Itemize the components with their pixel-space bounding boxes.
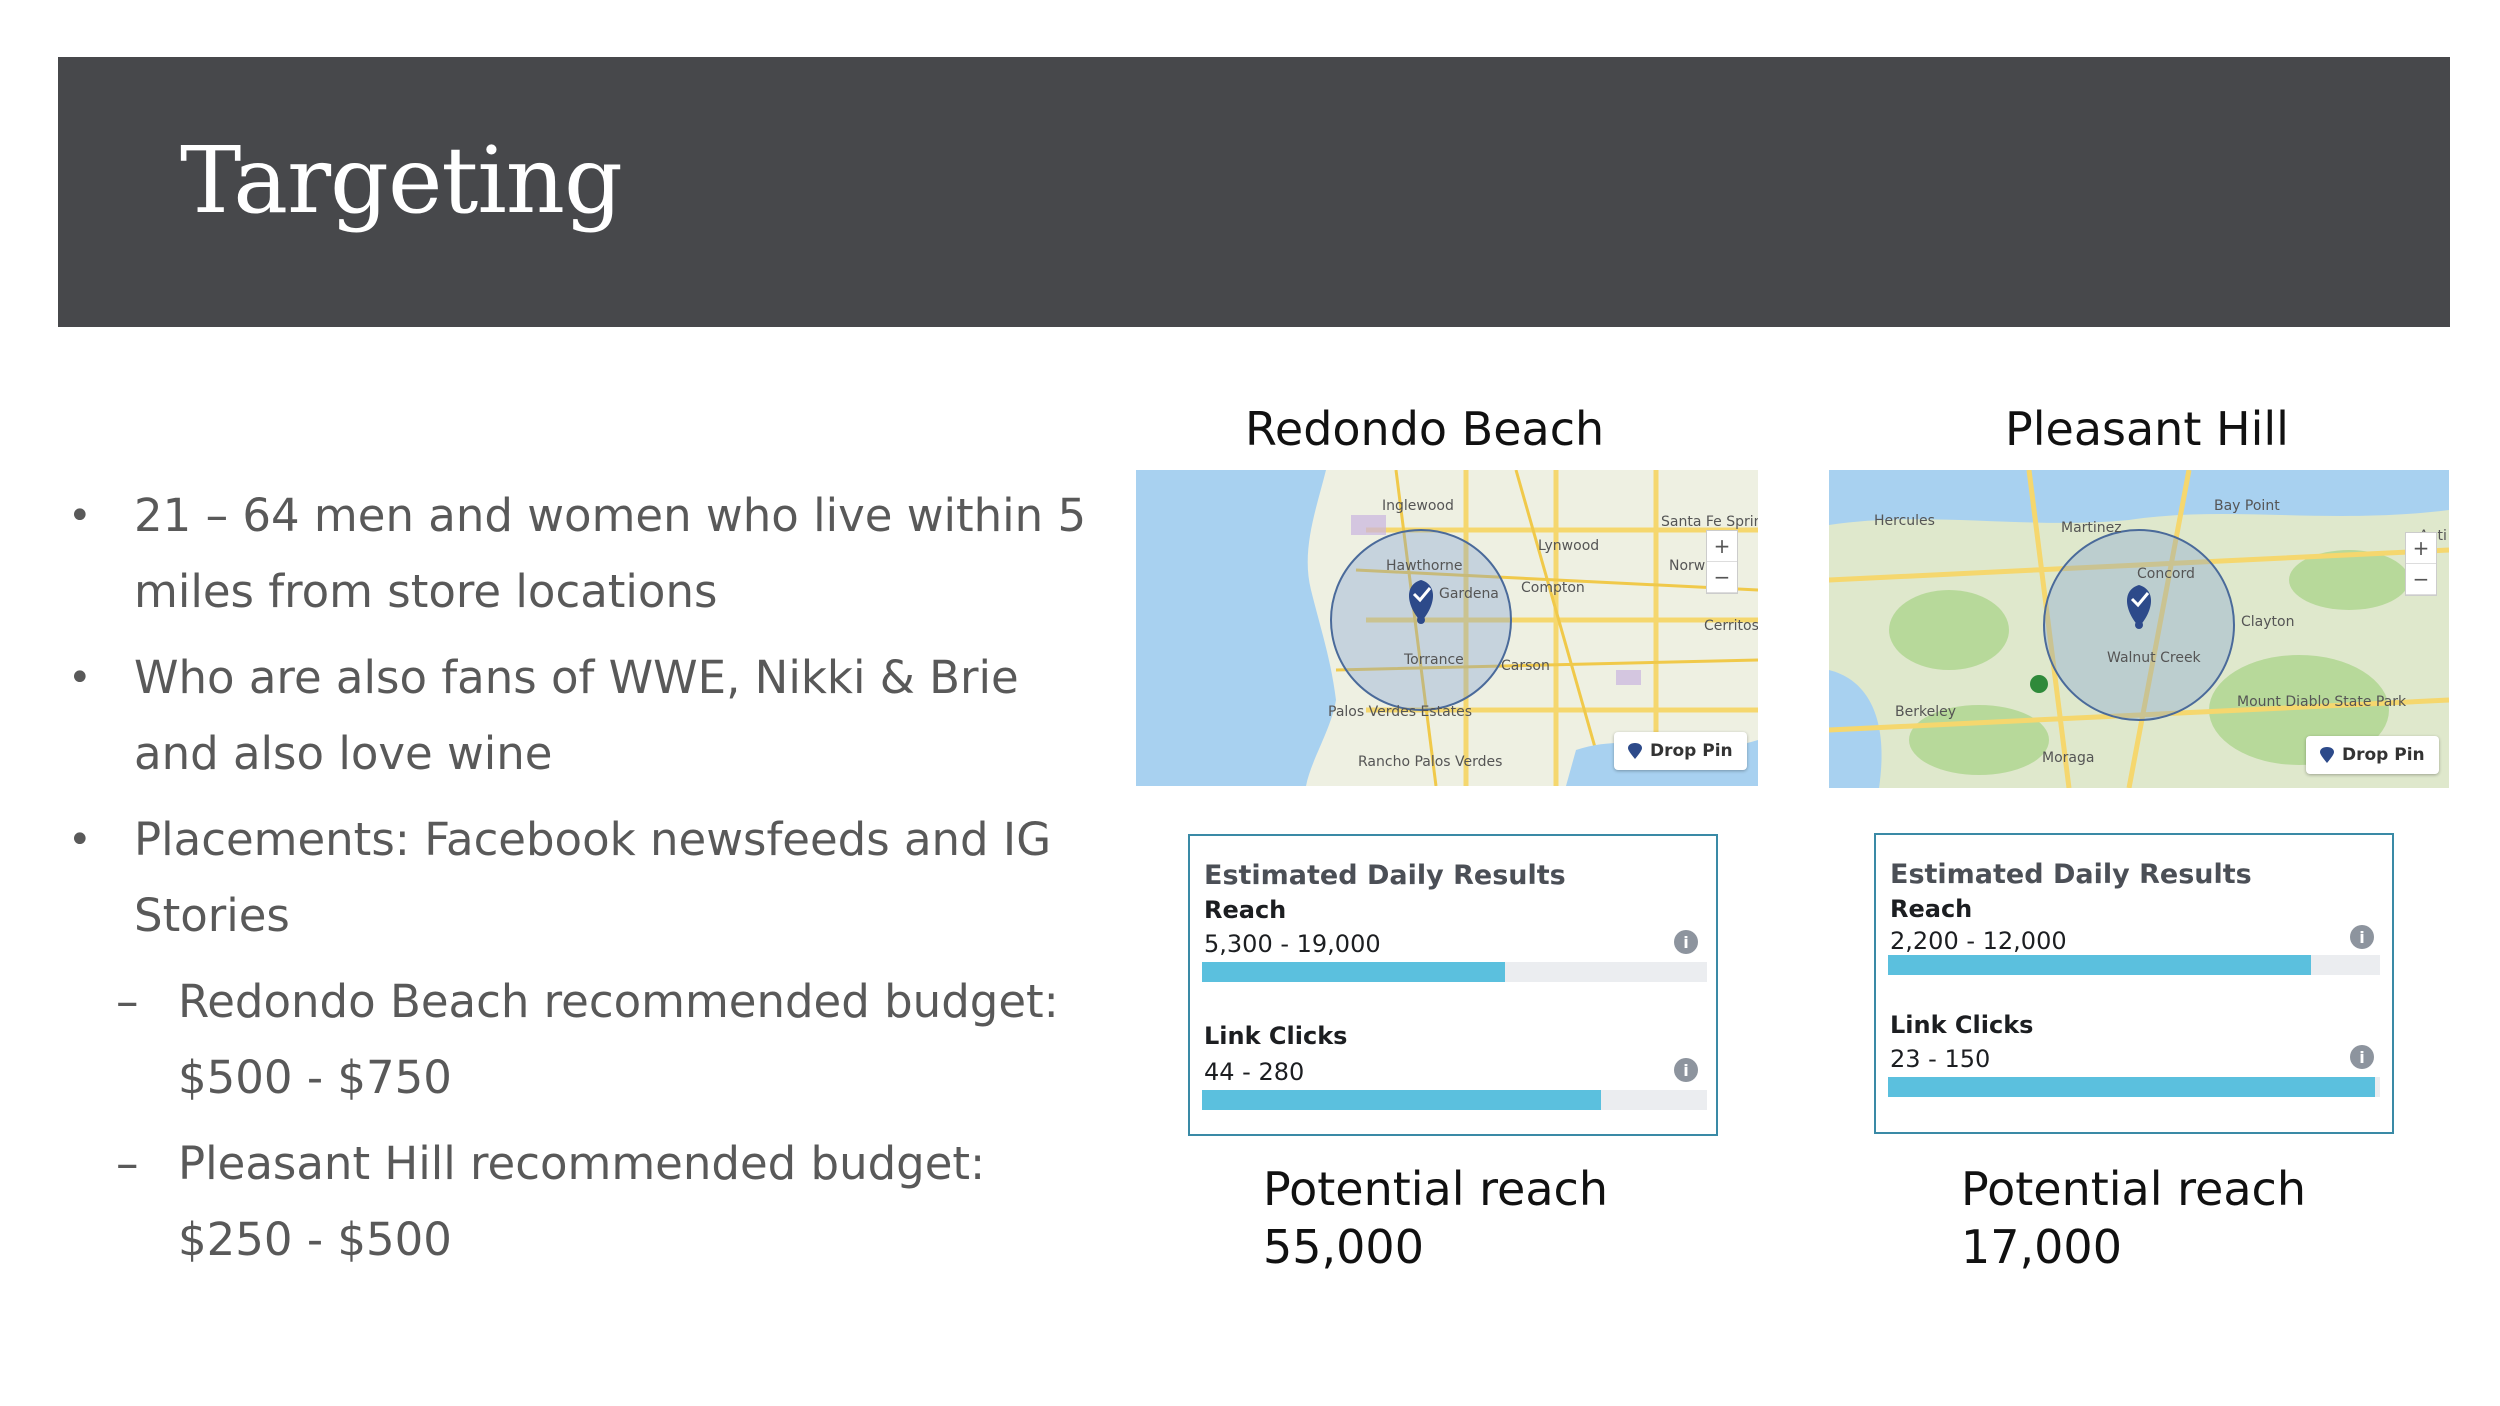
map-label: Martinez <box>2061 520 2122 536</box>
bullet-item-interests: • Who are also fans of WWE, Nikki & Brie… <box>60 640 1090 792</box>
sub-bullet-pleasant-hill-budget: – Pleasant Hill recommended budget: $250… <box>60 1126 1090 1278</box>
map-label: Torrance <box>1403 652 1464 668</box>
zoom-out-button[interactable]: − <box>1707 562 1737 593</box>
bullet-item-placements: • Placements: Facebook newsfeeds and IG … <box>60 802 1090 954</box>
reach-value: 5,300 - 19,000 <box>1204 930 1381 958</box>
bullet-text: Placements: Facebook newsfeeds and IG St… <box>134 813 1052 942</box>
map-label: Palos Verdes Estates <box>1328 704 1472 720</box>
map-pleasant-hill[interactable]: Hercules Martinez Bay Point Concord Clay… <box>1829 470 2449 788</box>
slide-title: Targeting <box>180 127 623 234</box>
map-label: Inglewood <box>1382 498 1454 514</box>
bullet-text: 21 – 64 men and women who live within 5 … <box>134 489 1087 618</box>
map-label: Norw <box>1669 558 1705 574</box>
map-label: Clayton <box>2241 614 2294 630</box>
location-title-pleasant-hill: Pleasant Hill <box>2005 402 2289 456</box>
reach-label: Reach <box>1204 896 1287 924</box>
bullet-text: Who are also fans of WWE, Nikki & Brie a… <box>134 651 1019 780</box>
bullet-item-audience: • 21 – 64 men and women who live within … <box>60 478 1090 630</box>
sub-bullet-redondo-budget: – Redondo Beach recommended budget: $500… <box>60 964 1090 1116</box>
link-clicks-bar-fill <box>1202 1090 1601 1110</box>
potential-reach-label: Potential reach <box>1263 1162 1608 1216</box>
drop-pin-button[interactable]: Drop Pin <box>1614 732 1747 770</box>
info-icon[interactable]: i <box>2350 925 2374 949</box>
map-zoom-controls: + − <box>1706 530 1738 594</box>
map-label: Cerritos <box>1704 618 1758 634</box>
link-clicks-value: 23 - 150 <box>1890 1045 1991 1073</box>
link-clicks-bar-fill <box>1888 1077 2376 1097</box>
map-label: Carson <box>1501 658 1550 674</box>
potential-reach-redondo-beach: Potential reach 55,000 <box>1263 1160 1608 1276</box>
map-label: Moraga <box>2042 750 2094 766</box>
link-clicks-bar <box>1202 1090 1707 1110</box>
drop-pin-button[interactable]: Drop Pin <box>2306 736 2439 774</box>
pin-icon <box>1628 743 1642 759</box>
map-label: Hercules <box>1874 513 1935 529</box>
sub-bullet-text: Pleasant Hill recommended budget: $250 -… <box>178 1137 986 1266</box>
estimated-results-pleasant-hill: Estimated Daily Results Reach 2,200 - 12… <box>1874 833 2394 1134</box>
map-label: Santa Fe Sprin <box>1661 514 1758 530</box>
potential-reach-value: 55,000 <box>1263 1220 1424 1274</box>
title-banner: Targeting <box>58 57 2450 327</box>
map-label: Rancho Palos Verdes <box>1358 754 1502 770</box>
reach-bar-fill <box>1888 955 2312 975</box>
reach-bar <box>1888 955 2380 975</box>
potential-reach-pleasant-hill: Potential reach 17,000 <box>1961 1160 2306 1276</box>
bullet-glyph: • <box>68 493 92 539</box>
link-clicks-value: 44 - 280 <box>1204 1058 1305 1086</box>
map-label: Bay Point <box>2214 498 2280 514</box>
info-icon[interactable]: i <box>1674 930 1698 954</box>
zoom-out-button[interactable]: − <box>2406 564 2436 595</box>
dash-glyph: – <box>116 1137 139 1190</box>
info-icon[interactable]: i <box>2350 1045 2374 1069</box>
bullet-glyph: • <box>68 655 92 701</box>
link-clicks-bar <box>1888 1077 2380 1097</box>
map-label: Hawthorne <box>1386 558 1462 574</box>
map-label: Mount Diablo State Park <box>2237 694 2407 710</box>
potential-reach-label: Potential reach <box>1961 1162 2306 1216</box>
zoom-in-button[interactable]: + <box>1707 531 1737 562</box>
drop-pin-label: Drop Pin <box>1650 741 1733 761</box>
pin-icon <box>2320 747 2334 763</box>
info-icon[interactable]: i <box>1674 1058 1698 1082</box>
map-label: Walnut Creek <box>2107 650 2202 666</box>
reach-bar-fill <box>1202 962 1505 982</box>
map-label: Gardena <box>1439 586 1499 602</box>
dash-glyph: – <box>116 975 139 1028</box>
map-label: Compton <box>1521 580 1585 596</box>
link-clicks-label: Link Clicks <box>1890 1011 2034 1039</box>
map-label: Lynwood <box>1538 538 1599 554</box>
estimated-results-redondo-beach: Estimated Daily Results Reach 5,300 - 19… <box>1188 834 1718 1136</box>
link-clicks-label: Link Clicks <box>1204 1022 1348 1050</box>
reach-value: 2,200 - 12,000 <box>1890 927 2067 955</box>
reach-label: Reach <box>1890 895 1973 923</box>
sub-bullet-text: Redondo Beach recommended budget: $500 -… <box>178 975 1059 1104</box>
bullet-glyph: • <box>68 817 92 863</box>
bullet-list: • 21 – 64 men and women who live within … <box>60 478 1090 1288</box>
results-title: Estimated Daily Results <box>1204 860 1566 891</box>
results-title: Estimated Daily Results <box>1890 859 2252 890</box>
map-label: Berkeley <box>1895 704 1956 720</box>
potential-reach-value: 17,000 <box>1961 1220 2122 1274</box>
location-title-redondo-beach: Redondo Beach <box>1245 402 1605 456</box>
map-label: Concord <box>2137 566 2195 582</box>
map-redondo-beach[interactable]: Inglewood Hawthorne Gardena Lynwood Comp… <box>1136 470 1758 786</box>
drop-pin-label: Drop Pin <box>2342 745 2425 765</box>
map-zoom-controls: + − <box>2405 532 2437 596</box>
reach-bar <box>1202 962 1707 982</box>
zoom-in-button[interactable]: + <box>2406 533 2436 564</box>
